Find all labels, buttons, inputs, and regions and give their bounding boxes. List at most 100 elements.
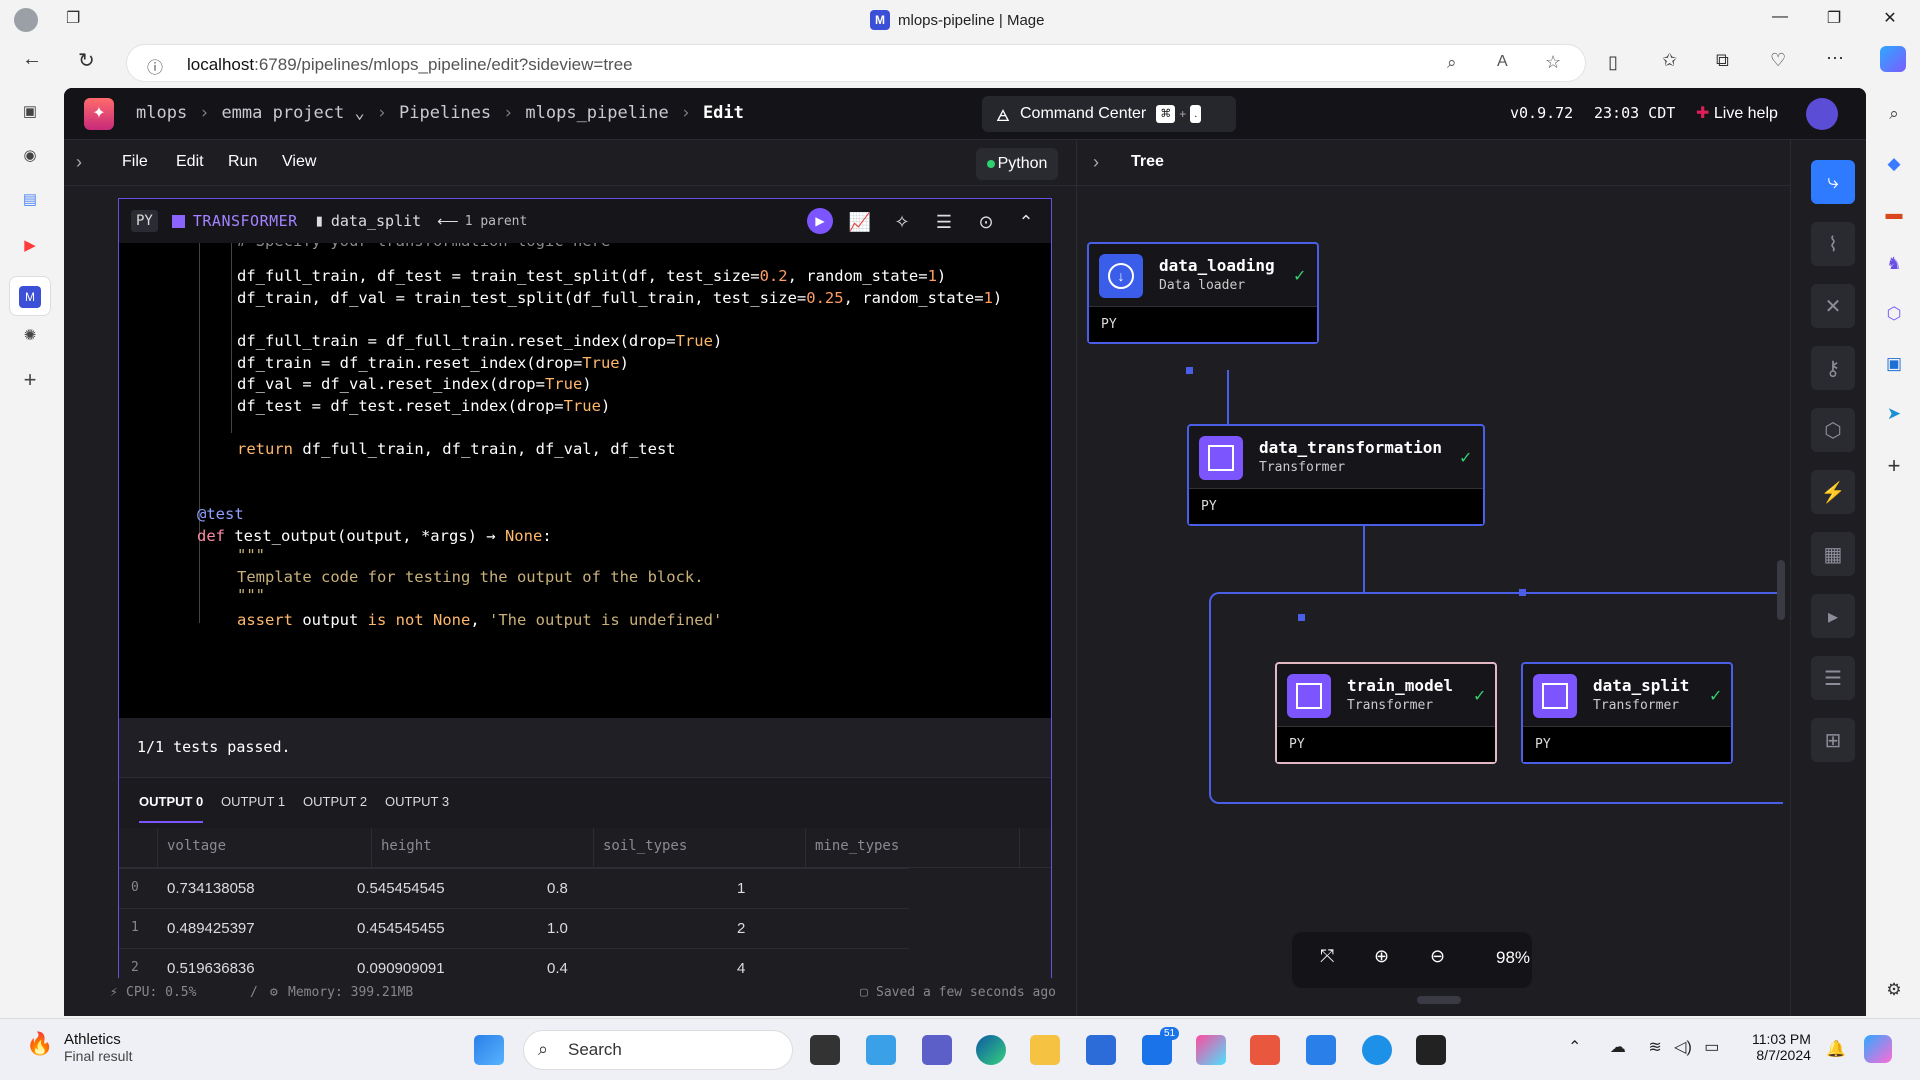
app-icon[interactable] bbox=[1196, 1035, 1226, 1065]
code-editor[interactable]: # Specify your transformation logic here… bbox=[119, 243, 1051, 718]
copilot-taskbar-icon[interactable] bbox=[1864, 1035, 1892, 1063]
menu-run[interactable]: Run bbox=[228, 153, 257, 171]
news-widget[interactable]: Athletics Final result bbox=[64, 1031, 132, 1064]
chatgpt-tab-icon[interactable]: ✺ bbox=[18, 324, 42, 348]
send-icon[interactable]: ➤ bbox=[1882, 402, 1906, 426]
tab-icon[interactable]: ▣ bbox=[18, 100, 42, 124]
wifi-icon[interactable]: ≋ bbox=[1648, 1039, 1661, 1056]
secrets-icon[interactable]: ⚷ bbox=[1811, 346, 1855, 390]
menu-view[interactable]: View bbox=[282, 153, 316, 171]
tree-node-data-split[interactable]: data_split Transformer ✓ PY bbox=[1521, 662, 1733, 764]
desktop-icon[interactable] bbox=[866, 1035, 896, 1065]
column-header[interactable]: height bbox=[381, 838, 432, 854]
parent-count[interactable]: 1 parent bbox=[465, 214, 528, 229]
mage-logo-icon[interactable]: ✦ bbox=[84, 98, 114, 130]
settings-gear-icon[interactable]: ⚙ bbox=[1882, 978, 1906, 1002]
close-window-button[interactable]: ✕ bbox=[1870, 8, 1910, 28]
youtube-tab-icon[interactable]: ▶ bbox=[18, 234, 42, 258]
battery-icon[interactable]: ▭ bbox=[1704, 1039, 1719, 1056]
terminal-icon[interactable]: ▸ bbox=[1811, 594, 1855, 638]
browser-essentials-icon[interactable]: ♡ bbox=[1770, 50, 1786, 71]
table-icon[interactable]: ▦ bbox=[1811, 532, 1855, 576]
output-port[interactable] bbox=[1298, 614, 1305, 621]
tab-output-0[interactable]: OUTPUT 0 bbox=[139, 794, 204, 823]
favorites-icon[interactable]: ✩ bbox=[1662, 50, 1677, 71]
notepad-icon[interactable] bbox=[1306, 1035, 1336, 1065]
zoom-icon[interactable]: ⌕ bbox=[1447, 53, 1457, 73]
group-port[interactable] bbox=[1519, 589, 1526, 596]
teams-icon[interactable] bbox=[922, 1035, 952, 1065]
run-block-button[interactable]: ▶ bbox=[807, 208, 833, 234]
menu-edit[interactable]: Edit bbox=[176, 153, 204, 171]
file-explorer-icon[interactable] bbox=[1030, 1035, 1060, 1065]
kernel-language-button[interactable]: Python bbox=[976, 148, 1058, 180]
charts-icon[interactable]: ⌇ bbox=[1811, 222, 1855, 266]
tree-node-data-transformation[interactable]: data_transformation Transformer ✓ PY bbox=[1187, 424, 1485, 526]
maximize-button[interactable]: ❐ bbox=[1814, 8, 1854, 28]
variables-icon[interactable]: ✕ bbox=[1811, 284, 1855, 328]
menu-file[interactable]: File bbox=[122, 153, 148, 171]
games-icon[interactable]: ♞ bbox=[1882, 252, 1906, 276]
mail-icon[interactable]: 51 bbox=[1142, 1027, 1180, 1065]
breadcrumb-project[interactable]: mlops bbox=[136, 103, 187, 123]
docker-icon[interactable] bbox=[1362, 1035, 1392, 1065]
collapse-icon[interactable]: ⌃ bbox=[1013, 209, 1039, 235]
live-help-link[interactable]: ✚ Live help bbox=[1696, 103, 1778, 123]
tree-view-icon[interactable]: ⤷ bbox=[1811, 160, 1855, 204]
tree-node-train-model[interactable]: train_model Transformer ✓ PY bbox=[1275, 662, 1497, 764]
github-tab-icon[interactable]: ◉ bbox=[18, 144, 42, 168]
chevron-right-icon[interactable]: › bbox=[76, 152, 82, 173]
tree-node-data-loading[interactable]: ↓ data_loading Data loader ✓ PY bbox=[1087, 242, 1319, 344]
chevron-up-icon[interactable]: ⌃ bbox=[1568, 1039, 1581, 1056]
chevron-right-icon[interactable]: › bbox=[1093, 152, 1099, 173]
split-screen-icon[interactable]: ▯ bbox=[1608, 52, 1618, 73]
edge-browser-icon[interactable] bbox=[976, 1035, 1006, 1065]
more-menu-icon[interactable]: ⋯ bbox=[1826, 48, 1844, 69]
copilot-icon[interactable] bbox=[1880, 46, 1906, 72]
zoom-in-icon[interactable]: ⊕ bbox=[1374, 946, 1389, 967]
tab-output-2[interactable]: OUTPUT 2 bbox=[303, 794, 367, 809]
site-info-icon[interactable]: ⓘ bbox=[147, 54, 163, 78]
chart-icon[interactable]: 📈 bbox=[847, 209, 873, 235]
ubuntu-icon[interactable] bbox=[1250, 1035, 1280, 1065]
cloud-icon[interactable]: ☁ bbox=[1610, 1039, 1626, 1056]
search-icon[interactable]: ⌕ bbox=[1882, 102, 1906, 126]
column-header[interactable]: mine_types bbox=[815, 838, 899, 854]
read-aloud-icon[interactable]: A bbox=[1497, 53, 1508, 71]
vertical-scrollbar[interactable] bbox=[1777, 560, 1785, 620]
column-header[interactable]: voltage bbox=[167, 838, 226, 854]
addons-icon[interactable]: ⊞ bbox=[1811, 718, 1855, 762]
ai-sparkle-icon[interactable]: ✧ bbox=[889, 209, 915, 235]
fit-view-icon[interactable]: ⤧ bbox=[1320, 946, 1334, 967]
favorite-star-icon[interactable]: ☆ bbox=[1545, 52, 1561, 73]
block-name[interactable]: data_split bbox=[331, 212, 421, 230]
store-icon[interactable] bbox=[1086, 1035, 1116, 1065]
horizontal-scrollbar[interactable] bbox=[1417, 996, 1461, 1004]
shopping-icon[interactable]: ◆ bbox=[1882, 152, 1906, 176]
microsoft365-icon[interactable]: ⬡ bbox=[1882, 302, 1906, 326]
terminal-app-icon[interactable] bbox=[1416, 1035, 1446, 1065]
triggers-icon[interactable]: ⚡ bbox=[1811, 470, 1855, 514]
taskbar-search[interactable]: ⌕ Search bbox=[523, 1030, 793, 1070]
tools-icon[interactable]: ▬ bbox=[1882, 202, 1906, 226]
zoom-out-icon[interactable]: ⊖ bbox=[1430, 946, 1445, 967]
collections-icon[interactable]: ⧉ bbox=[1716, 50, 1729, 71]
output-port[interactable] bbox=[1186, 367, 1193, 374]
tab-output-1[interactable]: OUTPUT 1 bbox=[221, 794, 285, 809]
new-tab-icon[interactable]: + bbox=[18, 368, 42, 392]
outlook-icon[interactable]: ▣ bbox=[1882, 352, 1906, 376]
back-icon[interactable]: ← bbox=[22, 48, 42, 71]
blocks-icon[interactable]: ⬡ bbox=[1811, 408, 1855, 452]
start-icon[interactable] bbox=[474, 1035, 504, 1065]
task-view-icon[interactable] bbox=[810, 1035, 840, 1065]
mage-tab-icon[interactable]: M bbox=[9, 276, 51, 316]
clock-date[interactable]: 11:03 PM 8/7/2024 bbox=[1752, 1031, 1811, 1063]
avatar[interactable] bbox=[1806, 98, 1838, 130]
refresh-icon[interactable]: ↻ bbox=[78, 48, 95, 73]
tab-actions-icon[interactable]: ❐ bbox=[66, 8, 80, 28]
breadcrumb-pipelines[interactable]: Pipelines bbox=[399, 103, 491, 123]
breadcrumb-pipeline[interactable]: mlops_pipeline bbox=[525, 103, 668, 123]
docs-tab-icon[interactable]: ▤ bbox=[18, 188, 42, 212]
volume-icon[interactable]: ◁) bbox=[1674, 1039, 1692, 1056]
command-center-button[interactable]: 🜁 Command Center ⌘ +. bbox=[982, 96, 1236, 132]
